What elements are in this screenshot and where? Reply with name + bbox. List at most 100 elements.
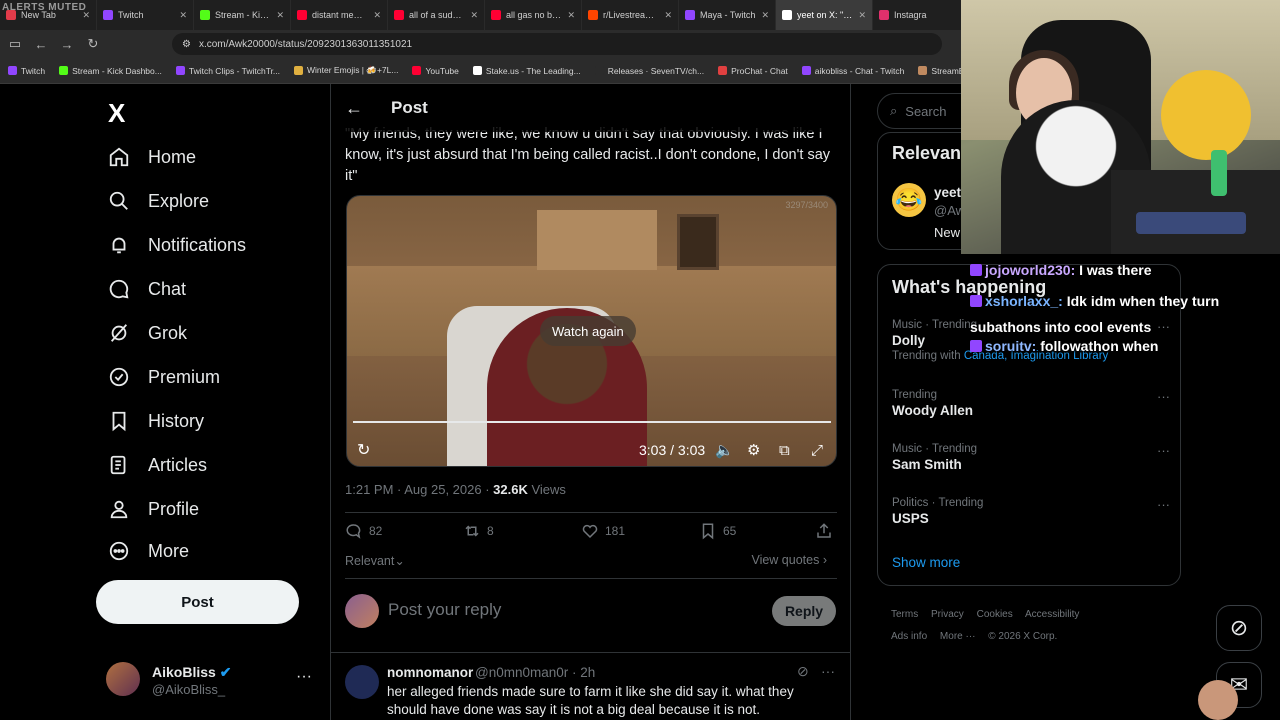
browser-tab[interactable]: Maya - Twitch ✕ bbox=[679, 0, 776, 30]
footer-link[interactable]: Terms bbox=[891, 609, 918, 620]
grok-fab-button[interactable]: ⊘ bbox=[1216, 605, 1262, 651]
nav-label: Profile bbox=[148, 498, 200, 519]
x-logo-icon[interactable]: X bbox=[108, 98, 125, 129]
view-quotes-link[interactable]: View quotes › bbox=[751, 553, 827, 567]
video-player[interactable]: 3297/3400 Watch again ↻ 3:03 / 3:03 🔈 ⚙ … bbox=[346, 195, 837, 467]
close-icon[interactable]: ✕ bbox=[276, 10, 284, 21]
browser-tab[interactable]: Stream - Kick Da ✕ bbox=[194, 0, 291, 30]
footer-link[interactable]: More ··· bbox=[940, 631, 976, 642]
video-progress-bar[interactable] bbox=[353, 421, 831, 423]
more-options-icon[interactable]: ··· bbox=[296, 668, 312, 686]
bell-icon bbox=[112, 237, 126, 254]
close-icon[interactable]: ✕ bbox=[179, 10, 187, 21]
url-field[interactable]: ⚙ x.com/Awk20000/status/2092301363011351… bbox=[172, 33, 942, 55]
bookmark-item[interactable]: Releases · SevenTV/ch... bbox=[594, 66, 704, 76]
trend-item[interactable]: Trending Woody Allen ··· bbox=[892, 389, 1172, 418]
video-frame-box bbox=[537, 210, 657, 270]
repost-action[interactable]: 8 bbox=[463, 522, 494, 540]
tab-favicon bbox=[394, 10, 404, 20]
nav-item-profile[interactable]: Profile bbox=[108, 494, 199, 524]
nav-item-articles[interactable]: Articles bbox=[108, 450, 207, 480]
avatar[interactable]: 😂 bbox=[892, 183, 926, 217]
footer-link[interactable]: Ads info bbox=[891, 631, 927, 642]
repost-icon bbox=[465, 525, 479, 537]
close-icon[interactable]: ✕ bbox=[567, 10, 575, 21]
bookmark-item[interactable]: Stream - Kick Dashbo... bbox=[59, 66, 162, 76]
browser-tab[interactable]: all of a sudden, e ✕ bbox=[388, 0, 485, 30]
back-arrow-icon[interactable]: ← bbox=[345, 98, 363, 119]
nav-label: Premium bbox=[148, 366, 221, 387]
close-icon[interactable]: ✕ bbox=[470, 10, 478, 21]
reload-icon[interactable]: ↻ bbox=[86, 36, 100, 52]
close-icon[interactable]: ✕ bbox=[858, 10, 866, 21]
more-options-icon[interactable]: ··· bbox=[1157, 497, 1170, 512]
nav-item-notifications[interactable]: Notifications bbox=[108, 230, 246, 260]
watch-again-button[interactable]: Watch again bbox=[540, 316, 636, 346]
fullscreen-icon[interactable]: ⤢ bbox=[811, 442, 823, 459]
replay-icon[interactable]: ↻ bbox=[357, 440, 370, 460]
nav-item-history[interactable]: History bbox=[108, 406, 204, 436]
like-action[interactable]: 181 bbox=[581, 522, 625, 540]
nav-item-more[interactable]: More bbox=[108, 536, 189, 566]
browser-tab[interactable]: distant memorie ✕ bbox=[291, 0, 388, 30]
account-switcher[interactable]: AikoBliss ✔ @AikoBliss_ ··· bbox=[106, 662, 316, 702]
more-options-icon[interactable]: ··· bbox=[1157, 389, 1170, 404]
bookmark-action[interactable]: 65 bbox=[699, 522, 736, 540]
reply-tweet[interactable]: nomnomanor @n0mn0man0r · 2h ⊘ ··· her al… bbox=[331, 652, 850, 720]
site-info-icon[interactable]: ⚙ bbox=[182, 39, 191, 50]
reply-input[interactable]: Post your reply bbox=[388, 600, 501, 620]
footer-link[interactable]: Privacy bbox=[931, 609, 964, 620]
footer-link[interactable]: Accessibility bbox=[1025, 609, 1079, 620]
bookmark-item[interactable]: Stake.us - The Leading... bbox=[472, 66, 581, 76]
bookmark-item[interactable]: aikobliss - Chat - Twitch bbox=[801, 66, 904, 76]
nav-item-home[interactable]: Home bbox=[108, 142, 196, 172]
close-icon[interactable]: ✕ bbox=[664, 10, 672, 21]
bookmark-item[interactable]: ProChat - Chat bbox=[718, 66, 788, 76]
grok-icon[interactable]: ⊘ bbox=[797, 663, 809, 680]
webcam-plush bbox=[1161, 70, 1251, 160]
share-action[interactable] bbox=[815, 522, 833, 540]
nav-item-premium[interactable]: Premium bbox=[108, 362, 220, 392]
sidebar-toggle-icon[interactable]: ▭ bbox=[8, 36, 22, 52]
close-icon[interactable]: ✕ bbox=[373, 10, 381, 21]
tab-favicon bbox=[297, 10, 307, 20]
nav-item-grok[interactable]: Grok bbox=[108, 318, 187, 348]
picture-in-picture-icon[interactable]: ⧉ bbox=[779, 442, 790, 459]
nav-item-chat[interactable]: Chat bbox=[108, 274, 186, 304]
bookmark-item[interactable]: Winter Emojis | 🍻+7L... bbox=[294, 65, 398, 76]
close-icon[interactable]: ✕ bbox=[761, 10, 769, 21]
browser-tab-active[interactable]: yeet on X: "Bonn ✕ bbox=[776, 0, 873, 30]
browser-tab[interactable]: all gas no brakes ✕ bbox=[485, 0, 582, 30]
volume-icon[interactable]: 🔈 bbox=[715, 441, 734, 459]
post-button[interactable]: Post bbox=[96, 580, 299, 624]
sort-dropdown[interactable]: Relevant⌄ bbox=[345, 553, 405, 568]
relevant-user-name[interactable]: yeet bbox=[934, 185, 961, 200]
footer-link[interactable]: Cookies bbox=[977, 609, 1013, 620]
forward-arrow-icon[interactable]: → bbox=[60, 37, 74, 52]
more-options-icon[interactable]: ··· bbox=[1157, 443, 1170, 458]
avatar[interactable] bbox=[345, 665, 379, 699]
settings-gear-icon[interactable]: ⚙ bbox=[747, 441, 760, 459]
bookmark-item[interactable]: Twitch bbox=[8, 66, 45, 76]
nav-item-explore[interactable]: Explore bbox=[108, 186, 209, 216]
bookmark-item[interactable]: YouTube bbox=[412, 66, 459, 76]
browser-tab[interactable]: Instagra bbox=[873, 0, 970, 30]
trend-item[interactable]: Music · Trending Sam Smith ··· bbox=[892, 443, 1172, 472]
reply-composer: Post your reply Reply bbox=[345, 594, 837, 630]
bookmark-item[interactable]: Twitch Clips - TwitchTr... bbox=[175, 66, 280, 76]
reply-action[interactable]: 82 bbox=[345, 522, 382, 540]
avatar bbox=[106, 662, 140, 696]
back-arrow-icon[interactable]: ← bbox=[34, 37, 48, 52]
chat-badge-icon bbox=[970, 264, 982, 276]
trend-item[interactable]: Politics · Trending USPS ··· bbox=[892, 497, 1172, 526]
bookmark-favicon bbox=[294, 66, 304, 75]
show-more-link[interactable]: Show more bbox=[892, 555, 960, 570]
reply-author-name[interactable]: nomnomanor bbox=[387, 665, 473, 680]
trend-category: Politics · Trending bbox=[892, 497, 984, 509]
browser-tab[interactable]: r/LivestreamFail ✕ bbox=[582, 0, 679, 30]
more-options-icon[interactable]: ··· bbox=[821, 663, 835, 679]
streamer-webcam-overlay bbox=[961, 0, 1280, 254]
browser-tab[interactable]: Twitch ✕ bbox=[97, 0, 194, 30]
reply-button[interactable]: Reply bbox=[772, 596, 836, 626]
video-controls: ↻ 3:03 / 3:03 🔈 ⚙ ⧉ ⤢ bbox=[347, 436, 836, 464]
